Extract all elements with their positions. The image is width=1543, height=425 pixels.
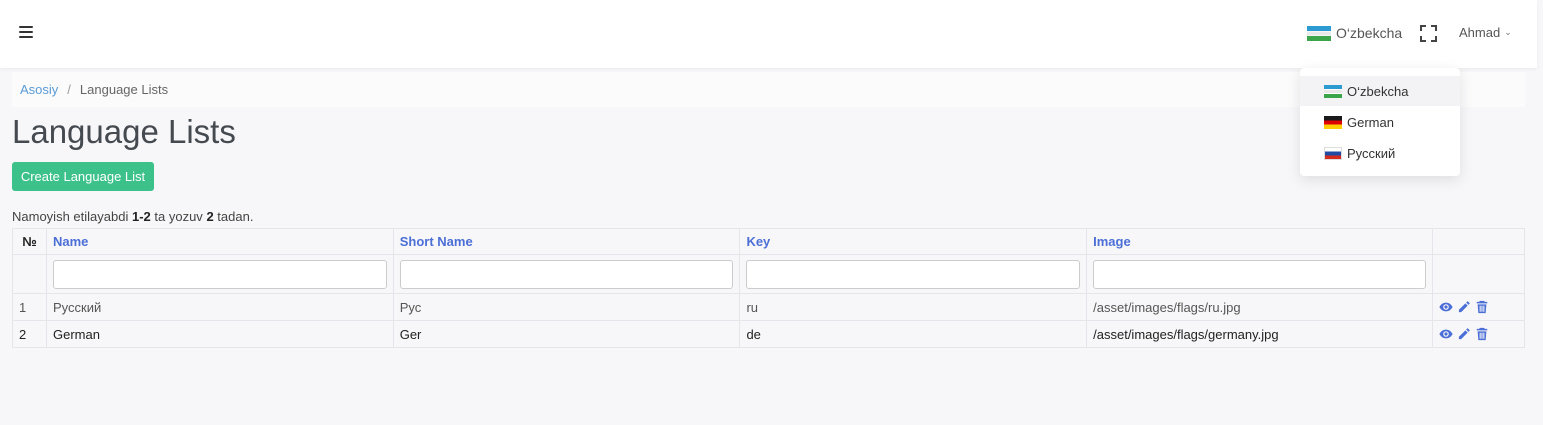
image-filter-input[interactable]: [1093, 259, 1426, 289]
results-summary: Namoyish etilayabdi 1-2 ta yozuv 2 tadan…: [12, 209, 253, 224]
column-header-image[interactable]: Image: [1086, 228, 1433, 255]
summary-total: 2: [206, 209, 214, 224]
german-flag-icon: [1324, 115, 1342, 129]
row-short-name: Ger: [392, 320, 741, 348]
summary-suffix: tadan.: [217, 209, 254, 224]
language-option-german[interactable]: German: [1300, 107, 1460, 137]
row-name: Русский: [45, 293, 394, 321]
row-key: de: [739, 320, 1088, 348]
column-header-short-name[interactable]: Short Name: [392, 228, 741, 255]
row-actions: [1432, 320, 1525, 348]
language-table: № Name Short Name Key Image 1 Русский Ру…: [12, 228, 1525, 348]
breadcrumb: Asosiy / Language Lists: [12, 72, 1525, 107]
row-number: 2: [12, 320, 47, 348]
table-row: 1 Русский Рус ru /asset/images/flags/ru.…: [12, 293, 1525, 321]
table-row: 2 German Ger de /asset/images/flags/germ…: [12, 320, 1525, 348]
language-option-label: German: [1347, 114, 1394, 130]
column-header-actions: [1432, 228, 1525, 255]
row-key: ru: [739, 293, 1088, 321]
russian-flag-icon: [1324, 146, 1342, 160]
eye-icon[interactable]: [1439, 300, 1453, 314]
summary-middle: ta yozuv: [154, 209, 203, 224]
create-language-list-button[interactable]: Create Language List: [12, 162, 154, 191]
row-image: /asset/images/flags/germany.jpg: [1086, 320, 1433, 348]
user-menu[interactable]: Ahmad ⌄: [1459, 25, 1512, 40]
language-option-label: Русский: [1347, 145, 1396, 161]
filter-cell-actions: [1432, 254, 1525, 294]
summary-range: 1-2: [131, 209, 151, 224]
chevron-down-icon: ⌄: [1504, 27, 1512, 37]
trash-icon[interactable]: [1475, 300, 1489, 314]
page-title: Language Lists: [12, 113, 236, 150]
language-switcher[interactable]: O‘zbekcha: [1307, 24, 1402, 42]
row-name: German: [45, 320, 394, 348]
pencil-icon[interactable]: [1457, 300, 1471, 314]
language-switcher-label: O‘zbekcha: [1336, 25, 1403, 41]
breadcrumb-separator: /: [67, 82, 71, 97]
language-dropdown-menu: O‘zbekcha German Русский: [1300, 68, 1460, 176]
filter-row: [12, 254, 1525, 294]
row-number: 1: [12, 293, 47, 321]
column-header-key[interactable]: Key: [739, 228, 1088, 255]
fullscreen-icon[interactable]: [1420, 25, 1437, 42]
row-short-name: Рус: [392, 293, 741, 321]
row-image: /asset/images/flags/ru.jpg: [1086, 293, 1433, 321]
top-navbar: O‘zbekcha Ahmad ⌄: [0, 0, 1537, 68]
summary-prefix: Namoyish etilayabdi: [12, 209, 129, 224]
breadcrumb-home-link[interactable]: Asosiy: [20, 82, 58, 97]
uzbek-flag-icon: [1307, 25, 1331, 41]
column-header-number: №: [12, 228, 47, 255]
table-header-row: № Name Short Name Key Image: [12, 228, 1525, 255]
short-name-filter-input[interactable]: [399, 259, 734, 289]
row-actions: [1432, 293, 1525, 321]
breadcrumb-current: Language Lists: [79, 82, 169, 97]
name-filter-input[interactable]: [52, 259, 387, 289]
language-option-label: O‘zbekcha: [1347, 83, 1409, 99]
language-option-uzbek[interactable]: O‘zbekcha: [1300, 76, 1460, 106]
key-filter-input[interactable]: [746, 259, 1081, 289]
trash-icon[interactable]: [1475, 327, 1489, 341]
column-header-name[interactable]: Name: [45, 228, 394, 255]
pencil-icon[interactable]: [1457, 327, 1471, 341]
language-option-russian[interactable]: Русский: [1300, 138, 1460, 168]
filter-cell-number: [12, 254, 47, 294]
user-name: Ahmad: [1459, 25, 1501, 40]
uzbek-flag-icon: [1324, 84, 1342, 98]
hamburger-icon[interactable]: [19, 26, 33, 38]
eye-icon[interactable]: [1439, 327, 1453, 341]
